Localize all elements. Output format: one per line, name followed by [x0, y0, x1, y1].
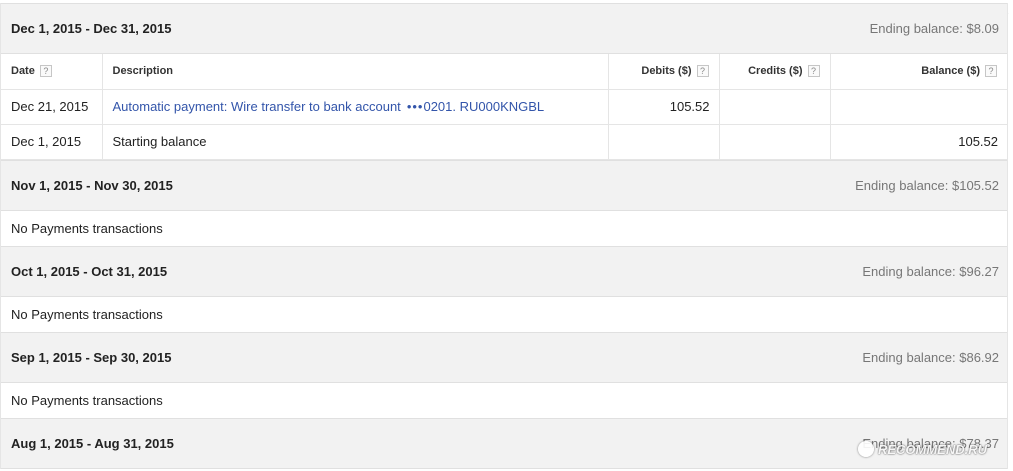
table-header-row: Date? Description Debits ($)? Credits ($… [1, 54, 1007, 90]
cell-debit [608, 124, 720, 160]
column-header-description: Description [102, 54, 609, 90]
period-header-dec: Dec 1, 2015 - Dec 31, 2015 Ending balanc… [1, 3, 1007, 54]
payment-description: Automatic payment: Wire transfer to bank… [112, 99, 401, 114]
no-transactions-message: No Payments transactions [1, 382, 1007, 418]
ending-balance: Ending balance: $86.92 [862, 349, 999, 365]
period-header-oct: Oct 1, 2015 - Oct 31, 2015 Ending balanc… [1, 245, 1007, 297]
watermark-text: RECOMMEND.RU [877, 441, 987, 457]
column-header-debits: Debits ($)? [608, 54, 720, 90]
watermark-logo-icon [857, 441, 874, 457]
cell-credit [719, 89, 831, 125]
period-range: Dec 1, 2015 - Dec 31, 2015 [11, 21, 172, 36]
payment-history: Dec 1, 2015 - Dec 31, 2015 Ending balanc… [0, 3, 1008, 469]
account-number: 0201. RU000KNGBL [423, 99, 545, 114]
period-range: Nov 1, 2015 - Nov 30, 2015 [11, 177, 173, 193]
column-label: Debits ($) [641, 65, 692, 78]
cell-description: Automatic payment: Wire transfer to bank… [102, 89, 609, 125]
cell-description: Starting balance [102, 124, 609, 160]
cell-debit: 105.52 [608, 89, 720, 125]
column-label: Date [11, 65, 35, 78]
help-icon[interactable]: ? [39, 65, 52, 78]
cell-credit [719, 124, 831, 160]
ending-balance: Ending balance: $8.09 [869, 21, 999, 36]
no-transactions-message: No Payments transactions [1, 210, 1007, 246]
cell-date: Dec 21, 2015 [1, 89, 103, 125]
no-transactions-message: No Payments transactions [1, 296, 1007, 332]
help-icon[interactable]: ? [696, 65, 709, 78]
period-range: Aug 1, 2015 - Aug 31, 2015 [11, 435, 174, 451]
watermark: RECOMMEND.RU [857, 441, 987, 457]
column-label: Credits ($) [748, 65, 803, 78]
cell-balance [830, 89, 1007, 125]
column-header-date: Date? [1, 54, 103, 90]
payment-link[interactable]: Automatic payment: Wire transfer to bank… [113, 99, 545, 114]
ending-balance: Ending balance: $96.27 [862, 263, 999, 279]
help-icon[interactable]: ? [985, 65, 997, 78]
cell-balance: 105.52 [830, 124, 1007, 160]
ending-balance: Ending balance: $105.52 [855, 177, 999, 193]
help-icon[interactable]: ? [807, 65, 820, 78]
period-header-sep: Sep 1, 2015 - Sep 30, 2015 Ending balanc… [1, 331, 1007, 383]
table-row: Dec 21, 2015 Automatic payment: Wire tra… [1, 89, 1007, 125]
cell-date: Dec 1, 2015 [1, 124, 103, 160]
period-range: Sep 1, 2015 - Sep 30, 2015 [11, 349, 172, 365]
transactions-table: Date? Description Debits ($)? Credits ($… [1, 54, 1007, 160]
column-label: Balance ($) [921, 65, 980, 78]
column-header-balance: Balance ($)? [830, 54, 1007, 90]
period-range: Oct 1, 2015 - Oct 31, 2015 [11, 263, 168, 279]
masked-account-dots: ••• [406, 99, 424, 114]
column-label: Description [112, 65, 174, 78]
table-row: Dec 1, 2015 Starting balance 105.52 [1, 124, 1007, 160]
period-header-aug: Aug 1, 2015 - Aug 31, 2015 Ending balanc… [1, 417, 1007, 469]
column-header-credits: Credits ($)? [719, 54, 831, 90]
period-header-nov: Nov 1, 2015 - Nov 30, 2015 Ending balanc… [1, 159, 1007, 211]
